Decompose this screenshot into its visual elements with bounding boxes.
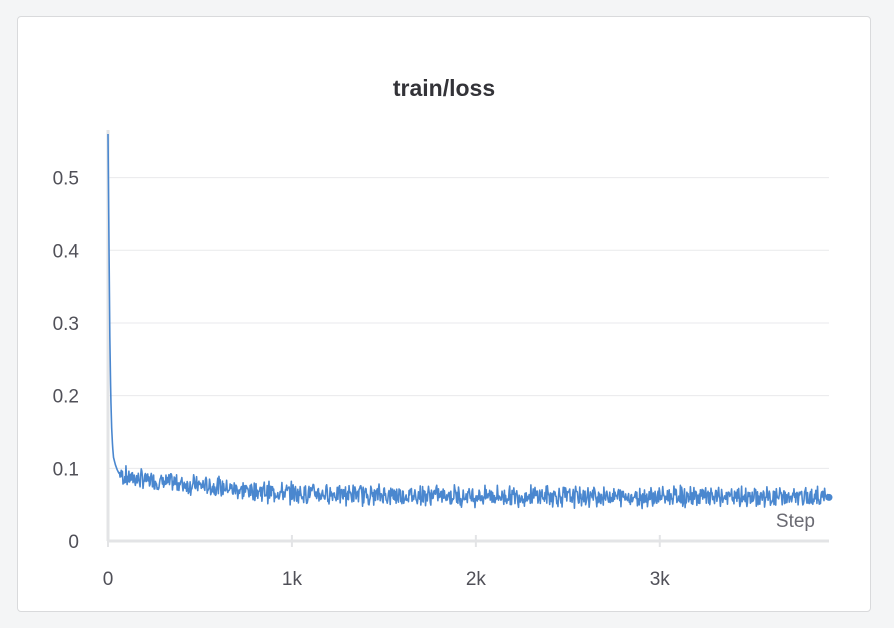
series-line xyxy=(107,133,829,510)
x-tick-label: 0 xyxy=(103,569,114,590)
x-tick-label: 2k xyxy=(466,569,487,590)
x-axis-title: Step xyxy=(776,511,815,532)
loss-chart: 0 0.1 0.2 0.3 0.4 0.5 0 1k 2k 3k Step xyxy=(53,130,833,590)
series-layer xyxy=(107,133,833,510)
x-tick-label: 1k xyxy=(282,569,303,590)
series-end-point xyxy=(825,493,833,501)
x-tick-label: 3k xyxy=(650,569,671,590)
grid-lines xyxy=(108,177,829,469)
tick-labels: 0 0.1 0.2 0.3 0.4 0.5 0 1k 2k 3k Step xyxy=(53,169,815,590)
axes xyxy=(106,130,829,547)
y-tick-label: 0.2 xyxy=(53,387,79,408)
y-tick-label: 0.1 xyxy=(53,459,79,480)
y-tick-label: 0 xyxy=(68,532,79,553)
y-tick-label: 0.4 xyxy=(53,241,80,262)
y-tick-label: 0.3 xyxy=(53,314,79,335)
y-tick-label: 0.5 xyxy=(53,169,79,190)
